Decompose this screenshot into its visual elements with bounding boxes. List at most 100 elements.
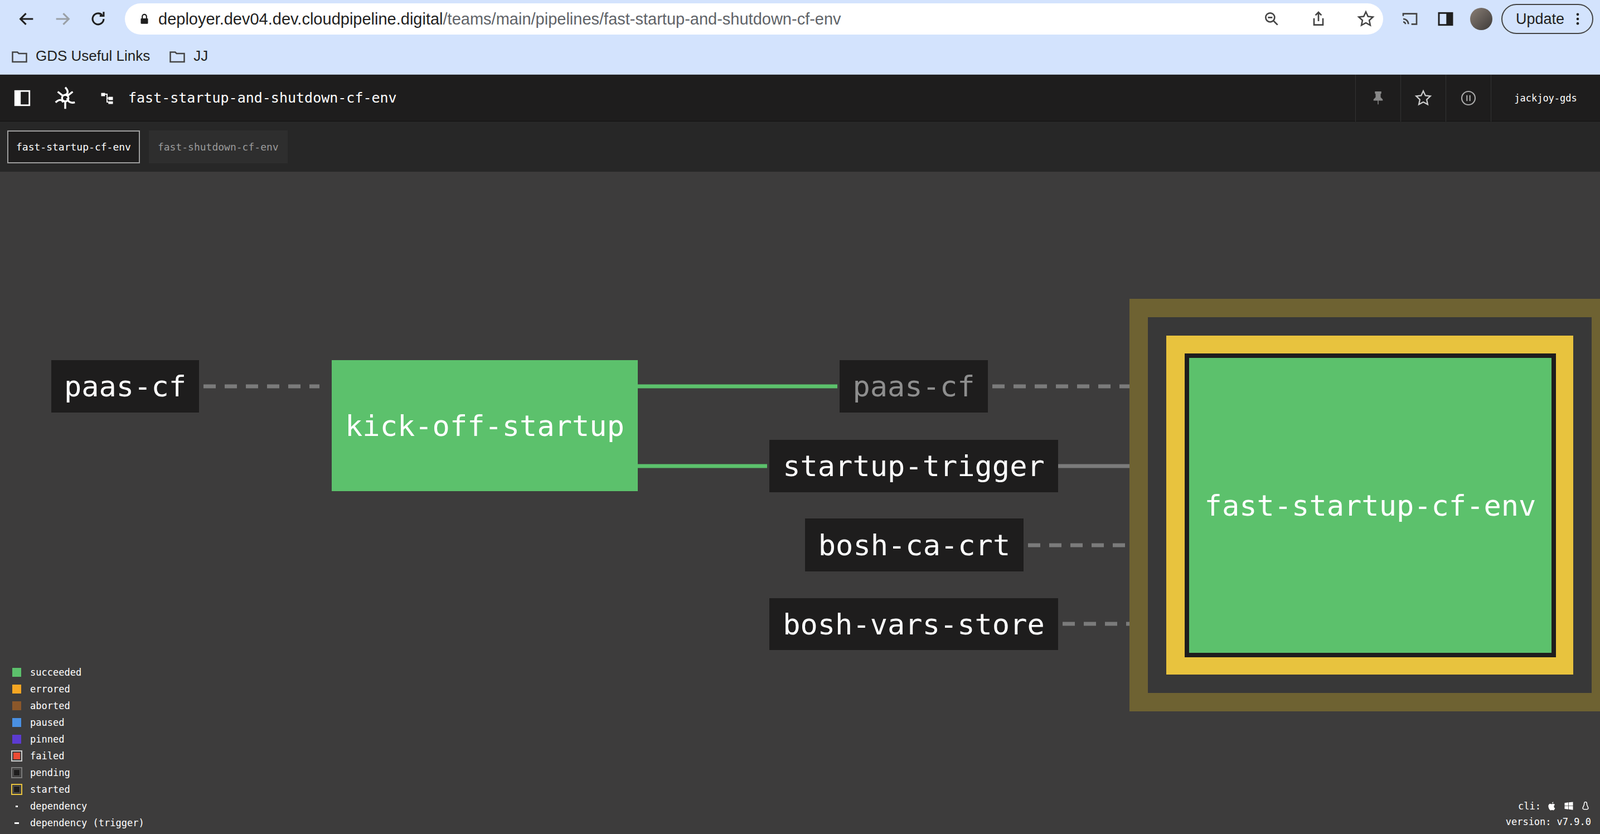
legend-label: pending bbox=[30, 767, 71, 779]
legend-swatch bbox=[11, 817, 23, 829]
node-label: startup-trigger bbox=[782, 449, 1045, 483]
swatch-fill bbox=[11, 783, 23, 795]
legend-label: paused bbox=[30, 716, 65, 729]
dependency-edge bbox=[203, 384, 320, 389]
legend-item: paused bbox=[11, 716, 145, 729]
star-icon[interactable] bbox=[1356, 9, 1376, 29]
bookmark-folder[interactable]: JJ bbox=[168, 47, 208, 65]
node-label: bosh-vars-store bbox=[782, 607, 1045, 642]
swatch-fill bbox=[12, 718, 22, 727]
user-menu[interactable]: jackjoy-gds bbox=[1490, 74, 1600, 122]
pipeline-name: fast-startup-and-shutdown-cf-env bbox=[128, 89, 1356, 106]
side-panel-button[interactable] bbox=[1429, 3, 1462, 35]
legend-swatch bbox=[11, 683, 23, 695]
side-panel-icon bbox=[1436, 10, 1455, 28]
resource-node[interactable]: bosh-ca-crt bbox=[805, 518, 1024, 572]
resource-node[interactable]: startup-trigger bbox=[769, 439, 1059, 493]
browser-toolbar: deployer.dev04.dev.cloudpipeline.digital… bbox=[0, 0, 1600, 38]
legend-item: dependency bbox=[11, 800, 145, 812]
cast-button[interactable] bbox=[1394, 3, 1426, 35]
legend-item: errored bbox=[11, 683, 145, 695]
legend-label: errored bbox=[30, 683, 71, 695]
apple-icon[interactable] bbox=[1546, 800, 1558, 812]
node-label: paas-cf bbox=[852, 369, 975, 404]
node-label: paas-cf bbox=[64, 369, 187, 404]
reload-icon bbox=[88, 9, 108, 29]
bookmark-folder[interactable]: GDS Useful Links bbox=[11, 47, 150, 65]
legend-item: aborted bbox=[11, 700, 145, 712]
windows-icon[interactable] bbox=[1563, 800, 1575, 812]
back-button[interactable] bbox=[11, 3, 43, 35]
lock-icon bbox=[137, 11, 152, 27]
pause-button[interactable] bbox=[1445, 74, 1491, 122]
update-label: Update bbox=[1515, 10, 1565, 28]
swatch-fill bbox=[12, 684, 22, 694]
pin-button[interactable] bbox=[1355, 74, 1401, 122]
bookmark-label: JJ bbox=[193, 47, 208, 65]
legend-swatch bbox=[11, 733, 23, 745]
cast-icon bbox=[1400, 10, 1419, 28]
resource-node[interactable]: bosh-vars-store bbox=[769, 598, 1059, 651]
group-tabs: fast-startup-cf-envfast-shutdown-cf-env bbox=[0, 121, 1600, 172]
dependency-edge bbox=[637, 464, 768, 469]
profile-avatar[interactable] bbox=[1465, 3, 1497, 35]
resource-node[interactable]: paas-cf bbox=[839, 360, 988, 413]
url-host: deployer.dev04.dev.cloudpipeline.digital bbox=[158, 10, 444, 28]
footer-info: cli:version:v7.9.0 bbox=[1505, 800, 1592, 828]
legend-item: started bbox=[11, 783, 145, 795]
forward-button[interactable] bbox=[46, 3, 79, 35]
pipeline-canvas[interactable]: paas-cf kick-off-startup paas-cf startup-tr… bbox=[0, 171, 1600, 834]
favorite-button[interactable] bbox=[1400, 74, 1446, 122]
legend-label: succeeded bbox=[30, 666, 82, 678]
legend-swatch bbox=[11, 666, 23, 678]
legend-item: succeeded bbox=[11, 666, 145, 678]
swatch-fill bbox=[12, 734, 22, 744]
swatch-fill bbox=[11, 767, 23, 779]
url-text: deployer.dev04.dev.cloudpipeline.digital… bbox=[158, 10, 1257, 29]
group-tab[interactable]: fast-shutdown-cf-env bbox=[148, 130, 288, 164]
pause-icon bbox=[1459, 89, 1478, 108]
folder-icon bbox=[11, 47, 28, 65]
node-label: kick-off-startup bbox=[345, 409, 625, 443]
legend-swatch bbox=[11, 750, 23, 762]
job-node[interactable]: kick-off-startup bbox=[331, 360, 638, 492]
address-bar[interactable]: deployer.dev04.dev.cloudpipeline.digital… bbox=[124, 3, 1384, 35]
legend-label: failed bbox=[30, 750, 65, 762]
swatch-line bbox=[14, 822, 19, 824]
legend-item: failed bbox=[11, 750, 145, 762]
update-button[interactable]: Update bbox=[1501, 3, 1594, 35]
legend-label: dependency (trigger) bbox=[30, 817, 145, 829]
url-path: /teams/main/pipelines/fast-startup-and-s… bbox=[443, 10, 842, 28]
legend-swatch bbox=[11, 783, 23, 795]
linux-icon[interactable] bbox=[1579, 800, 1592, 812]
legend-label: dependency bbox=[30, 800, 87, 812]
sidebar-toggle-icon[interactable] bbox=[12, 88, 32, 108]
pin-icon bbox=[1369, 89, 1387, 107]
resource-node[interactable]: paas-cf bbox=[51, 360, 200, 413]
pipeline-icon bbox=[99, 90, 115, 106]
legend-swatch bbox=[11, 716, 23, 729]
legend-swatch bbox=[11, 700, 23, 712]
legend-item: pinned bbox=[11, 733, 145, 745]
legend-label: pinned bbox=[30, 733, 65, 745]
back-arrow-icon bbox=[17, 9, 37, 29]
bookmarks-bar: GDS Useful Links JJ bbox=[0, 37, 1600, 75]
zoom-icon[interactable] bbox=[1262, 10, 1281, 28]
reload-button[interactable] bbox=[82, 3, 114, 35]
bookmark-label: GDS Useful Links bbox=[35, 47, 150, 65]
legend-item: pending bbox=[11, 767, 145, 779]
job-node[interactable]: fast-startup-cf-env bbox=[1184, 353, 1556, 658]
running-job-frame: fast-startup-cf-env bbox=[1129, 298, 1600, 712]
concourse-logo-icon[interactable] bbox=[52, 85, 79, 111]
cli-label: cli: bbox=[1518, 800, 1541, 812]
avatar-icon bbox=[1470, 7, 1493, 31]
concourse-topbar: fast-startup-and-shutdown-cf-env jackjoy-… bbox=[0, 74, 1600, 122]
share-icon[interactable] bbox=[1309, 10, 1328, 28]
forward-arrow-icon bbox=[52, 9, 72, 29]
swatch-fill bbox=[12, 701, 22, 711]
legend-item: dependency (trigger) bbox=[11, 817, 145, 829]
star-outline-icon bbox=[1413, 88, 1433, 108]
node-label: fast-startup-cf-env bbox=[1204, 488, 1537, 523]
group-tab[interactable]: fast-startup-cf-env bbox=[7, 130, 140, 164]
node-label: bosh-ca-crt bbox=[818, 528, 1011, 562]
